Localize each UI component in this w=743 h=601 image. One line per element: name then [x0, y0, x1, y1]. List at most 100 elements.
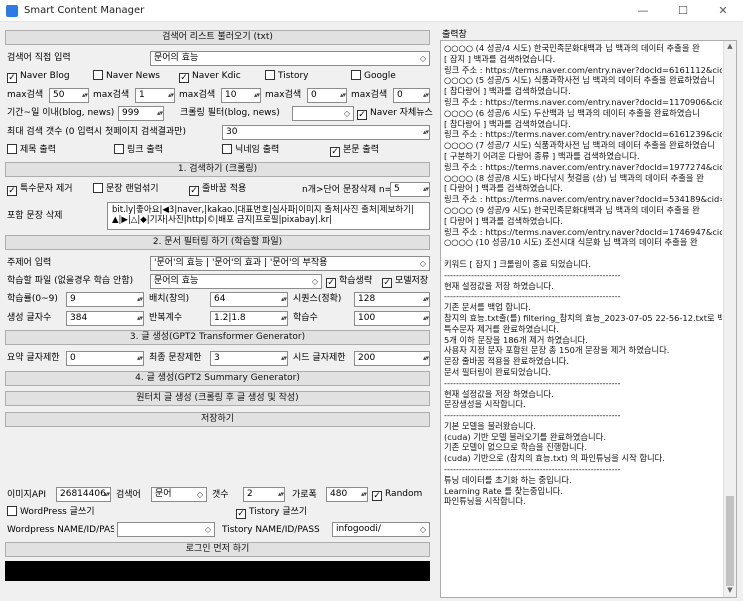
google-checkbox[interactable]: Google: [351, 70, 396, 82]
naver-own-news-checkbox[interactable]: ✓ Naver 자체뉴스: [357, 107, 433, 120]
title-bar: Smart Content Manager — ☐ ✕: [0, 0, 743, 22]
save-model-checkbox[interactable]: ✓ 모델저장: [382, 275, 428, 288]
scroll-up-icon[interactable]: ▲: [724, 42, 736, 50]
output-log[interactable]: ○○○○ (4 성공/4 시도) 한국민족문화대백과 님 백과의 데이터 추출을…: [440, 40, 737, 598]
gen-length-input[interactable]: 384: [66, 311, 144, 326]
checkbox-box: ✓: [326, 278, 336, 288]
repeat-factor-input[interactable]: 1.2|1.8: [210, 311, 288, 326]
summary-limit-input[interactable]: 0: [66, 351, 144, 366]
image-query-input[interactable]: 문어: [151, 487, 207, 502]
checkbox-box: ✓: [236, 509, 246, 519]
nickname-output-checkbox[interactable]: 닉네임 출력: [222, 144, 279, 156]
delete-phrases-label: 포함 문장 삭제: [7, 211, 63, 221]
checkbox-box: [93, 183, 103, 193]
crawl-filter-input[interactable]: [292, 106, 354, 121]
max-search-kdic-input[interactable]: 10: [221, 88, 261, 103]
title-output-checkbox[interactable]: 제목 출력: [7, 144, 56, 156]
status-bar: [5, 561, 430, 581]
image-api-label: 이미지API: [7, 490, 47, 500]
close-icon[interactable]: ✕: [703, 0, 743, 22]
log-line: ○○○○ (9 성공/9 시도) 한국민족문화대백과 님 백과의 데이터 추출을…: [444, 204, 700, 215]
naver-blog-checkbox[interactable]: ✓ Naver Blog: [7, 70, 70, 83]
body-output-checkbox[interactable]: ✓ 본문 출력: [330, 144, 379, 157]
topic-label: 주제어 입력: [7, 258, 52, 268]
max-search-label: max검색: [179, 90, 216, 100]
checkbox-box: [114, 144, 124, 154]
checkbox-box: [7, 144, 17, 154]
log-line: ----------------------------------------…: [444, 377, 621, 388]
gpt2-summary-button[interactable]: 4. 글 생성(GPT2 Summary Generator): [5, 371, 430, 386]
max-count-input[interactable]: 30: [222, 125, 430, 140]
checkbox-box: ✓: [7, 186, 17, 196]
image-api-input[interactable]: 26814406: [56, 487, 111, 502]
log-line: 기본 모델을 불러왔습니다.: [444, 420, 536, 431]
image-count-input[interactable]: 2: [243, 487, 285, 502]
direct-search-label: 검색어 직접 입력: [7, 53, 71, 63]
link-output-checkbox[interactable]: 링크 출력: [114, 144, 163, 156]
log-scrollbar[interactable]: ▲ ▼: [723, 41, 736, 597]
period-label: 기간~일 이내(blog, news): [7, 108, 115, 118]
seed-limit-label: 시드 글자제한: [293, 353, 346, 363]
random-checkbox[interactable]: ✓ Random: [372, 488, 422, 501]
tistory-post-checkbox[interactable]: ✓ Tistory 글쓰기: [236, 506, 307, 519]
login-first-button[interactable]: 로그인 먼저 하기: [5, 542, 430, 557]
log-line: 문서 필터링이 완료되었습니다.: [444, 366, 552, 377]
apply-linebreak-checkbox[interactable]: ✓ 줄바꿈 적용: [189, 183, 246, 196]
image-width-label: 가로폭: [292, 490, 317, 500]
maximize-icon[interactable]: ☐: [663, 0, 703, 22]
gpt2-transformer-button[interactable]: 3. 글 생성(GPT2 Transformer Generator): [5, 330, 430, 345]
sequence-input[interactable]: 128: [354, 292, 430, 307]
log-line: 현재 설정값을 저장 하였습니다.: [444, 388, 554, 399]
naver-kdic-checkbox[interactable]: ✓ Naver Kdic: [179, 70, 241, 83]
log-line: 기존 문서를 백업 합니다.: [444, 302, 531, 313]
gen-length-label: 생성 글자수: [7, 313, 52, 323]
max-search-tistory-input[interactable]: 0: [307, 88, 347, 103]
tistory-checkbox[interactable]: Tistory: [265, 70, 308, 82]
seed-limit-input[interactable]: 200: [354, 351, 430, 366]
log-line: (cuda) 기반 모델 불러오기를 완료하였습니다.: [444, 431, 606, 442]
minimize-icon[interactable]: —: [623, 0, 663, 22]
output-panel: 출력창 ○○○○ (4 성공/4 시도) 한국민족문화대백과 님 백과의 데이터…: [437, 22, 743, 601]
wp-credentials-input[interactable]: [117, 522, 215, 537]
final-limit-input[interactable]: 3: [210, 351, 288, 366]
delete-phrases-textarea[interactable]: bit.ly|좋아요|◀3|naver,|kakao.|대표번호|실사파|이미지…: [107, 202, 430, 230]
checkbox-box: ✓: [7, 73, 17, 83]
shuffle-sentences-checkbox[interactable]: 문장 랜덤섞기: [93, 183, 159, 195]
wordpress-checkbox[interactable]: WordPress 글쓰기: [7, 506, 95, 518]
log-line: (cuda) 기반으로 (참치의 효능.txt) 의 파인튜닝을 시작 합니다.: [444, 453, 665, 464]
max-search-news-input[interactable]: 1: [135, 88, 175, 103]
scroll-down-icon[interactable]: ▼: [724, 586, 736, 594]
naver-news-checkbox[interactable]: Naver News: [93, 70, 160, 82]
filter-button[interactable]: 2. 문서 필터링 하기 (학습할 파일): [5, 235, 430, 250]
min-word-input[interactable]: 5: [390, 182, 430, 197]
load-keywords-button[interactable]: 검색어 리스트 불러오기 (txt): [5, 30, 430, 45]
learning-rate-input[interactable]: 9: [66, 292, 144, 307]
crawl-filter-label: 크롤링 필터(blog, news): [180, 108, 280, 118]
batch-input[interactable]: 64: [210, 292, 288, 307]
remove-special-checkbox[interactable]: ✓ 특수문자 제거: [7, 183, 73, 196]
learn-file-input[interactable]: 문어의 효능: [150, 274, 322, 289]
train-count-input[interactable]: 100: [354, 311, 430, 326]
oneclick-generate-button[interactable]: 원터치 글 생성 (크롤링 후 글 생성 및 작성): [5, 391, 430, 406]
period-input[interactable]: 999: [118, 106, 164, 121]
direct-search-input[interactable]: 문어의 효능: [150, 51, 430, 66]
max-search-label: max검색: [351, 90, 388, 100]
search-crawl-button[interactable]: 1. 검색하기 (크롤링): [5, 162, 430, 177]
max-search-blog-input[interactable]: 50: [49, 88, 89, 103]
log-line: [ 참다랑어 ] 백과를 검색하였습니다.: [444, 118, 571, 129]
learn-file-label: 학습할 파일 (없을경우 학습 안함): [7, 276, 134, 286]
window-title: Smart Content Manager: [24, 5, 145, 16]
topic-input[interactable]: '문어'의 효능 | '문어'의 효과 | '문어'의 부작용: [150, 256, 430, 271]
image-count-label: 갯수: [212, 490, 229, 500]
max-search-label: max검색: [93, 90, 130, 100]
max-search-google-input[interactable]: 0: [393, 88, 430, 103]
scroll-thumb[interactable]: [726, 496, 734, 586]
batch-label: 배치(창의): [149, 294, 190, 304]
save-button[interactable]: 저장하기: [5, 412, 430, 427]
image-width-input[interactable]: 480: [326, 487, 368, 502]
skip-learning-checkbox[interactable]: ✓ 학습생략: [326, 275, 372, 288]
log-line: 현재 설정값을 저장 하였습니다.: [444, 280, 554, 291]
tistory-credentials-input[interactable]: infogoodi/: [332, 522, 430, 537]
log-line: 기존 모델이 없으므로 학습을 진행합니다.: [444, 442, 587, 453]
checkbox-box: ✓: [382, 278, 392, 288]
